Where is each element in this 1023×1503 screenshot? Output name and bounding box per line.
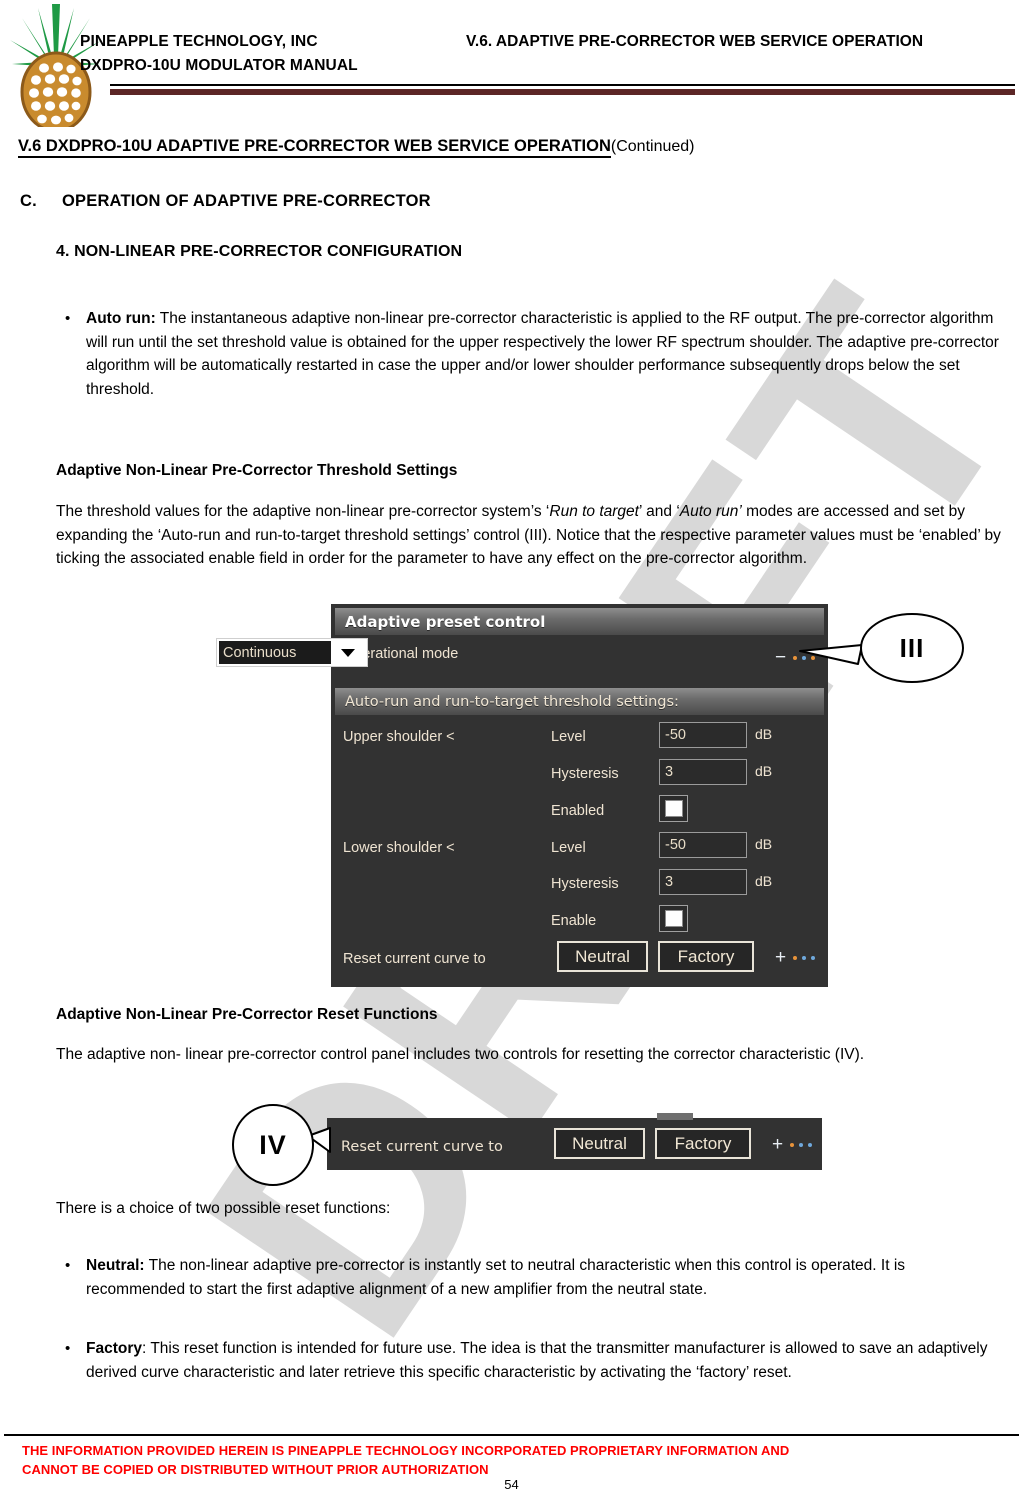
dot-blue <box>808 1142 813 1147</box>
bullet-marker: • <box>65 1340 71 1357</box>
dot-blue <box>802 955 807 960</box>
operational-mode-dropdown[interactable]: Continuous <box>216 638 368 667</box>
dot-orange <box>793 655 798 660</box>
footer-notice-line1: THE INFORMATION PROVIDED HEREIN IS PINEA… <box>22 1443 790 1458</box>
neutral-button[interactable]: Neutral <box>557 941 648 972</box>
list-item-auto-run: • Auto run: The instantaneous adaptive n… <box>58 307 1002 401</box>
threshold-part2: ’ and ‘ <box>638 503 680 520</box>
page-title-main: V.6 DXDPRO-10U ADAPTIVE PRE-CORRECTOR WE… <box>18 137 611 158</box>
lower-enable-checkbox[interactable] <box>659 905 688 932</box>
section-c-text: OPERATION OF ADAPTIVE PRE-CORRECTOR <box>62 192 431 210</box>
panel2-top-nub <box>657 1113 693 1120</box>
upper-hysteresis-input[interactable]: 3 <box>659 759 747 785</box>
factory-button[interactable]: Factory <box>658 941 754 972</box>
dropdown-inner[interactable]: Continuous <box>219 641 365 664</box>
minus-sign: − <box>775 647 787 668</box>
list-item-body: : This reset function is intended for fu… <box>86 1340 988 1381</box>
upper-enabled-checkbox[interactable] <box>659 795 688 822</box>
list-item-body: The instantaneous adaptive non-linear pr… <box>86 310 999 398</box>
heading-threshold-settings: Adaptive Non-Linear Pre-Corrector Thresh… <box>56 462 458 479</box>
header-doc-title: V.6. ADAPTIVE PRE-CORRECTOR WEB SERVICE … <box>466 33 924 50</box>
neutral-button-2[interactable]: Neutral <box>554 1128 645 1159</box>
callout-three-label: III <box>860 613 964 683</box>
factory-button-2[interactable]: Factory <box>655 1128 751 1159</box>
page-title-continued: (Continued) <box>610 138 695 155</box>
chevron-down-icon[interactable] <box>331 641 365 664</box>
dot-blue <box>802 655 807 660</box>
paragraph-threshold: The threshold values for the adaptive no… <box>56 500 1014 571</box>
list-item-factory: • Factory: This reset function is intend… <box>58 1337 1002 1384</box>
page-number: 54 <box>504 1477 519 1492</box>
threshold-em-auto-run: Auto run’ <box>679 503 742 520</box>
plus-sign: + <box>772 1134 784 1155</box>
header-rule-maroon <box>110 89 1015 95</box>
dot-blue <box>799 1142 804 1147</box>
lower-level-input[interactable]: -50 <box>659 832 747 858</box>
panel-subheader-bar: Auto-run and run-to-target threshold set… <box>335 688 824 715</box>
upper-level-unit: dB <box>755 726 773 742</box>
list-item-text: Factory: This reset function is intended… <box>86 1337 1002 1384</box>
plus-sign: + <box>775 947 787 968</box>
bullet-marker: • <box>65 310 71 327</box>
paragraph-reset: The adaptive non- linear pre-corrector c… <box>56 1046 865 1063</box>
page-title: V.6 DXDPRO-10U ADAPTIVE PRE-CORRECTOR WE… <box>18 137 695 158</box>
threshold-em-run-to-target: Run to target <box>549 503 639 520</box>
lower-hysteresis-unit: dB <box>755 873 773 889</box>
lower-hysteresis-label: Hysteresis <box>551 876 619 892</box>
document-page: PINEAPPLE TECHNOLOGY, INC DXDPRO-10U MOD… <box>0 0 1023 1503</box>
list-item-text: Auto run: The instantaneous adaptive non… <box>86 307 1002 401</box>
paragraph-choice: There is a choice of two possible reset … <box>56 1200 391 1217</box>
heading-reset-functions: Adaptive Non-Linear Pre-Corrector Reset … <box>56 1006 438 1023</box>
dot-blue <box>811 955 816 960</box>
section-c-label: C. <box>20 192 37 210</box>
header-rule-black <box>110 84 1015 86</box>
footer-notice: THE INFORMATION PROVIDED HEREIN IS PINEA… <box>22 1441 1012 1479</box>
list-item-neutral: • Neutral: The non-linear adaptive pre-c… <box>58 1254 1002 1301</box>
callout-four-label: IV <box>232 1104 314 1186</box>
bullet-marker: • <box>65 1257 71 1274</box>
panel-collapse-control[interactable]: − <box>775 647 816 668</box>
section-c-heading: C. OPERATION OF ADAPTIVE PRE-CORRECTOR <box>20 192 431 211</box>
upper-enabled-label: Enabled <box>551 803 605 819</box>
list-item-label: Auto run: <box>86 310 156 327</box>
reset-curve-label: Reset current curve to <box>343 951 486 967</box>
lower-level-unit: dB <box>755 836 773 852</box>
threshold-part1: The threshold values for the adaptive no… <box>56 503 550 520</box>
lower-shoulder-label: Lower shoulder < <box>343 840 455 856</box>
header-company-line2: DXDPRO-10U MODULATOR MANUAL <box>80 57 358 75</box>
footer-rule <box>4 1434 1019 1436</box>
panel-expand-control[interactable]: + <box>775 947 816 968</box>
list-item-body: The non-linear adaptive pre-corrector is… <box>86 1257 906 1298</box>
panel2-expand-control[interactable]: + <box>772 1134 813 1155</box>
dot-orange <box>793 955 798 960</box>
list-item-label: Factory <box>86 1340 142 1357</box>
upper-shoulder-label: Upper shoulder < <box>343 729 455 745</box>
reset-curve-label-2: Reset current curve to <box>341 1139 503 1155</box>
dot-orange <box>790 1142 795 1147</box>
upper-hysteresis-unit: dB <box>755 763 773 779</box>
lower-hysteresis-input[interactable]: 3 <box>659 869 747 895</box>
upper-hysteresis-label: Hysteresis <box>551 766 619 782</box>
dot-orange <box>811 655 816 660</box>
lower-enable-label: Enable <box>551 913 597 929</box>
upper-level-label: Level <box>551 729 586 745</box>
panel-title-bar: Adaptive preset control <box>335 608 824 635</box>
list-item-text: Neutral: The non-linear adaptive pre-cor… <box>86 1254 1002 1301</box>
upper-level-input[interactable]: -50 <box>659 722 747 748</box>
page-header: PINEAPPLE TECHNOLOGY, INC DXDPRO-10U MOD… <box>0 0 1023 127</box>
dropdown-selected-value: Continuous <box>223 644 297 661</box>
list-item-label: Neutral: <box>86 1257 145 1274</box>
lower-level-label: Level <box>551 840 586 856</box>
subsection-4-heading: 4. NON-LINEAR PRE-CORRECTOR CONFIGURATIO… <box>56 243 463 260</box>
